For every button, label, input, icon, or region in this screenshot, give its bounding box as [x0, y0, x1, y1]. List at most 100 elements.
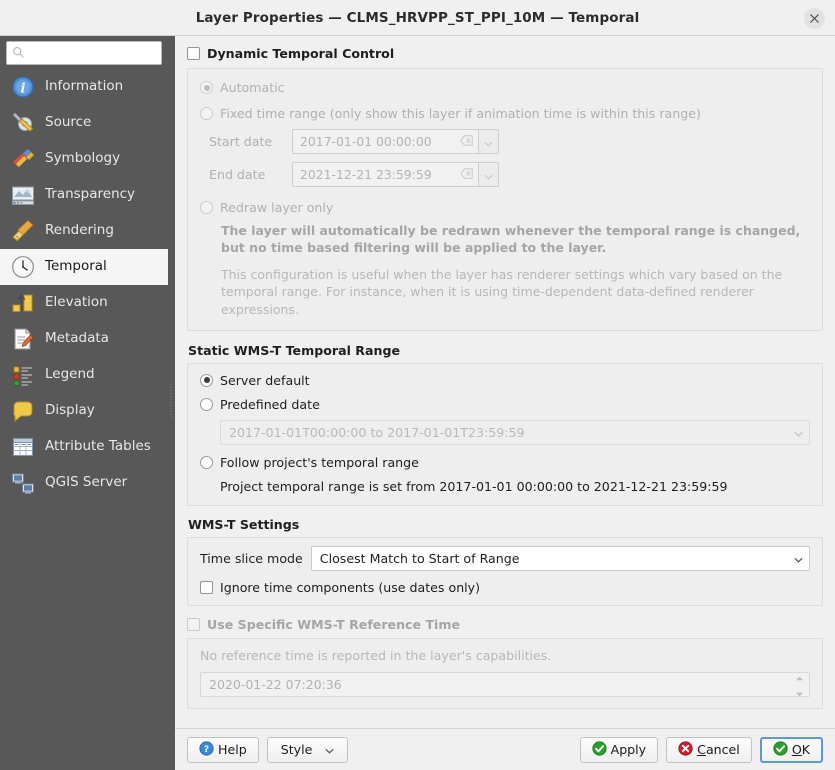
dialog-button-bar: ? Help Style Apply: [175, 728, 835, 770]
sidebar-item-legend[interactable]: Legend: [0, 357, 168, 393]
chevron-down-icon: [794, 551, 803, 566]
clear-icon[interactable]: [460, 134, 473, 149]
dialog-body: i Information Source: [0, 36, 835, 770]
apply-label: Apply: [611, 742, 647, 757]
predefined-date-combo[interactable]: 2017-01-01T00:00:00 to 2017-01-01T23:59:…: [220, 420, 810, 445]
start-date-label: Start date: [209, 134, 283, 149]
time-slice-mode-label: Time slice mode: [200, 551, 303, 566]
sidebar-item-label: Temporal: [45, 259, 107, 274]
ignore-time-components-label: Ignore time components (use dates only): [220, 580, 480, 595]
check-circle-icon: [592, 741, 607, 759]
ok-label-rest: K: [802, 742, 810, 757]
start-date-dropdown-button[interactable]: [478, 129, 499, 154]
start-date-value: 2017-01-01 00:00:00: [300, 134, 432, 149]
sidebar-item-metadata[interactable]: Metadata: [0, 321, 168, 357]
symbology-brush-icon: [10, 146, 36, 172]
dynamic-temporal-frame: Automatic Fixed time range (only show th…: [187, 68, 823, 331]
information-icon: i: [10, 74, 36, 100]
end-date-label: End date: [209, 167, 283, 182]
reference-time-note: No reference time is reported in the lay…: [200, 648, 810, 663]
dynamic-temporal-control-checkbox[interactable]: [187, 47, 200, 60]
automatic-radio[interactable]: [200, 81, 213, 94]
fixed-time-range-radio-row[interactable]: Fixed time range (only show this layer i…: [200, 106, 810, 121]
server-default-radio[interactable]: [200, 374, 213, 387]
server-default-label: Server default: [220, 373, 310, 388]
main-panel: Dynamic Temporal Control Automatic Fixed…: [174, 36, 835, 770]
spinner-up-icon[interactable]: [795, 669, 804, 684]
cancel-label-rest: ancel: [706, 742, 740, 757]
sidebar-item-qgis-server[interactable]: QGIS Server: [0, 465, 168, 501]
start-date-dateedit[interactable]: 2017-01-01 00:00:00: [292, 129, 499, 154]
start-date-row: Start date 2017-01-01 00:00:00: [209, 129, 810, 154]
sidebar-item-label: Transparency: [45, 187, 135, 202]
sidebar-item-label: Elevation: [45, 295, 108, 310]
sidebar-item-label: Rendering: [45, 223, 114, 238]
sidebar-item-label: QGIS Server: [45, 475, 127, 490]
ok-button[interactable]: OK: [760, 737, 823, 763]
settings-scroll-area: Dynamic Temporal Control Automatic Fixed…: [175, 36, 835, 728]
sidebar-search-wrap: [0, 36, 168, 69]
time-slice-mode-combo[interactable]: Closest Match to Start of Range: [311, 546, 810, 571]
sidebar-item-symbology[interactable]: Symbology: [0, 141, 168, 177]
static-range-frame: Server default Predefined date 2017-01-0…: [187, 363, 823, 506]
end-date-dateedit[interactable]: 2021-12-21 23:59:59: [292, 162, 499, 187]
apply-button[interactable]: Apply: [580, 737, 659, 763]
reference-time-checkbox-row[interactable]: Use Specific WMS-T Reference Time: [187, 617, 823, 632]
search-input[interactable]: [29, 45, 156, 61]
follow-project-label: Follow project's temporal range: [220, 455, 419, 470]
end-date-input[interactable]: 2021-12-21 23:59:59: [292, 162, 478, 187]
sidebar-item-temporal[interactable]: Temporal: [0, 249, 168, 285]
follow-project-radio[interactable]: [200, 456, 213, 469]
qgis-server-icon: [10, 470, 36, 496]
automatic-radio-row[interactable]: Automatic: [200, 80, 810, 95]
reference-time-frame: No reference time is reported in the lay…: [187, 638, 823, 709]
predefined-date-radio[interactable]: [200, 398, 213, 411]
fixed-time-range-radio[interactable]: [200, 107, 213, 120]
predefined-date-radio-row[interactable]: Predefined date: [200, 397, 810, 412]
help-label: Help: [218, 742, 247, 757]
project-temporal-range-text: Project temporal range is set from 2017-…: [220, 479, 810, 494]
help-icon: ?: [199, 741, 214, 759]
reference-time-spinbox[interactable]: 2020-01-22 07:20:36: [200, 672, 810, 697]
redraw-layer-only-radio-row[interactable]: Redraw layer only: [200, 200, 810, 215]
sidebar-item-transparency[interactable]: Transparency: [0, 177, 168, 213]
style-button[interactable]: Style: [267, 737, 349, 763]
start-date-input[interactable]: 2017-01-01 00:00:00: [292, 129, 478, 154]
sidebar-item-label: Metadata: [45, 331, 109, 346]
spinner-down-icon[interactable]: [795, 685, 804, 700]
cancel-button[interactable]: Cancel: [666, 737, 752, 763]
search-box[interactable]: [6, 41, 162, 65]
sidebar-item-display[interactable]: Display: [0, 393, 168, 429]
sidebar-item-source[interactable]: Source: [0, 105, 168, 141]
ignore-time-components-checkbox[interactable]: [200, 581, 213, 594]
display-balloon-icon: [10, 398, 36, 424]
redraw-layer-only-radio[interactable]: [200, 201, 213, 214]
fixed-time-range-label: Fixed time range (only show this layer i…: [220, 106, 701, 121]
sidebar-item-elevation[interactable]: Elevation: [0, 285, 168, 321]
redraw-hint: This configuration is useful when the la…: [221, 266, 810, 318]
sidebar-item-label: Attribute Tables: [45, 439, 151, 454]
sidebar-item-rendering[interactable]: Rendering: [0, 213, 168, 249]
sidebar-item-label: Symbology: [45, 151, 120, 166]
wmst-settings-title: WMS-T Settings: [188, 517, 823, 532]
reference-time-checkbox[interactable]: [187, 618, 200, 631]
chevron-down-icon: [325, 742, 334, 757]
ignore-time-components-row[interactable]: Ignore time components (use dates only): [200, 580, 810, 595]
follow-project-radio-row[interactable]: Follow project's temporal range: [200, 455, 810, 470]
dynamic-temporal-control-label: Dynamic Temporal Control: [207, 46, 394, 61]
dynamic-temporal-control-checkbox-row[interactable]: Dynamic Temporal Control: [187, 46, 823, 61]
static-range-title: Static WMS-T Temporal Range: [188, 343, 823, 358]
end-date-dropdown-button[interactable]: [478, 162, 499, 187]
sidebar-item-attribute-tables[interactable]: Attribute Tables: [0, 429, 168, 465]
predefined-date-value: 2017-01-01T00:00:00 to 2017-01-01T23:59:…: [229, 425, 525, 440]
help-button[interactable]: ? Help: [187, 737, 259, 763]
server-default-radio-row[interactable]: Server default: [200, 373, 810, 388]
redraw-layer-only-label: Redraw layer only: [220, 200, 333, 215]
spinner-buttons[interactable]: [795, 669, 807, 700]
clear-icon[interactable]: [460, 167, 473, 182]
close-button[interactable]: [804, 8, 825, 29]
source-wrench-icon: [10, 110, 36, 136]
chevron-down-icon: [484, 132, 493, 151]
sidebar-item-information[interactable]: i Information: [0, 69, 168, 105]
close-icon: [809, 13, 820, 24]
